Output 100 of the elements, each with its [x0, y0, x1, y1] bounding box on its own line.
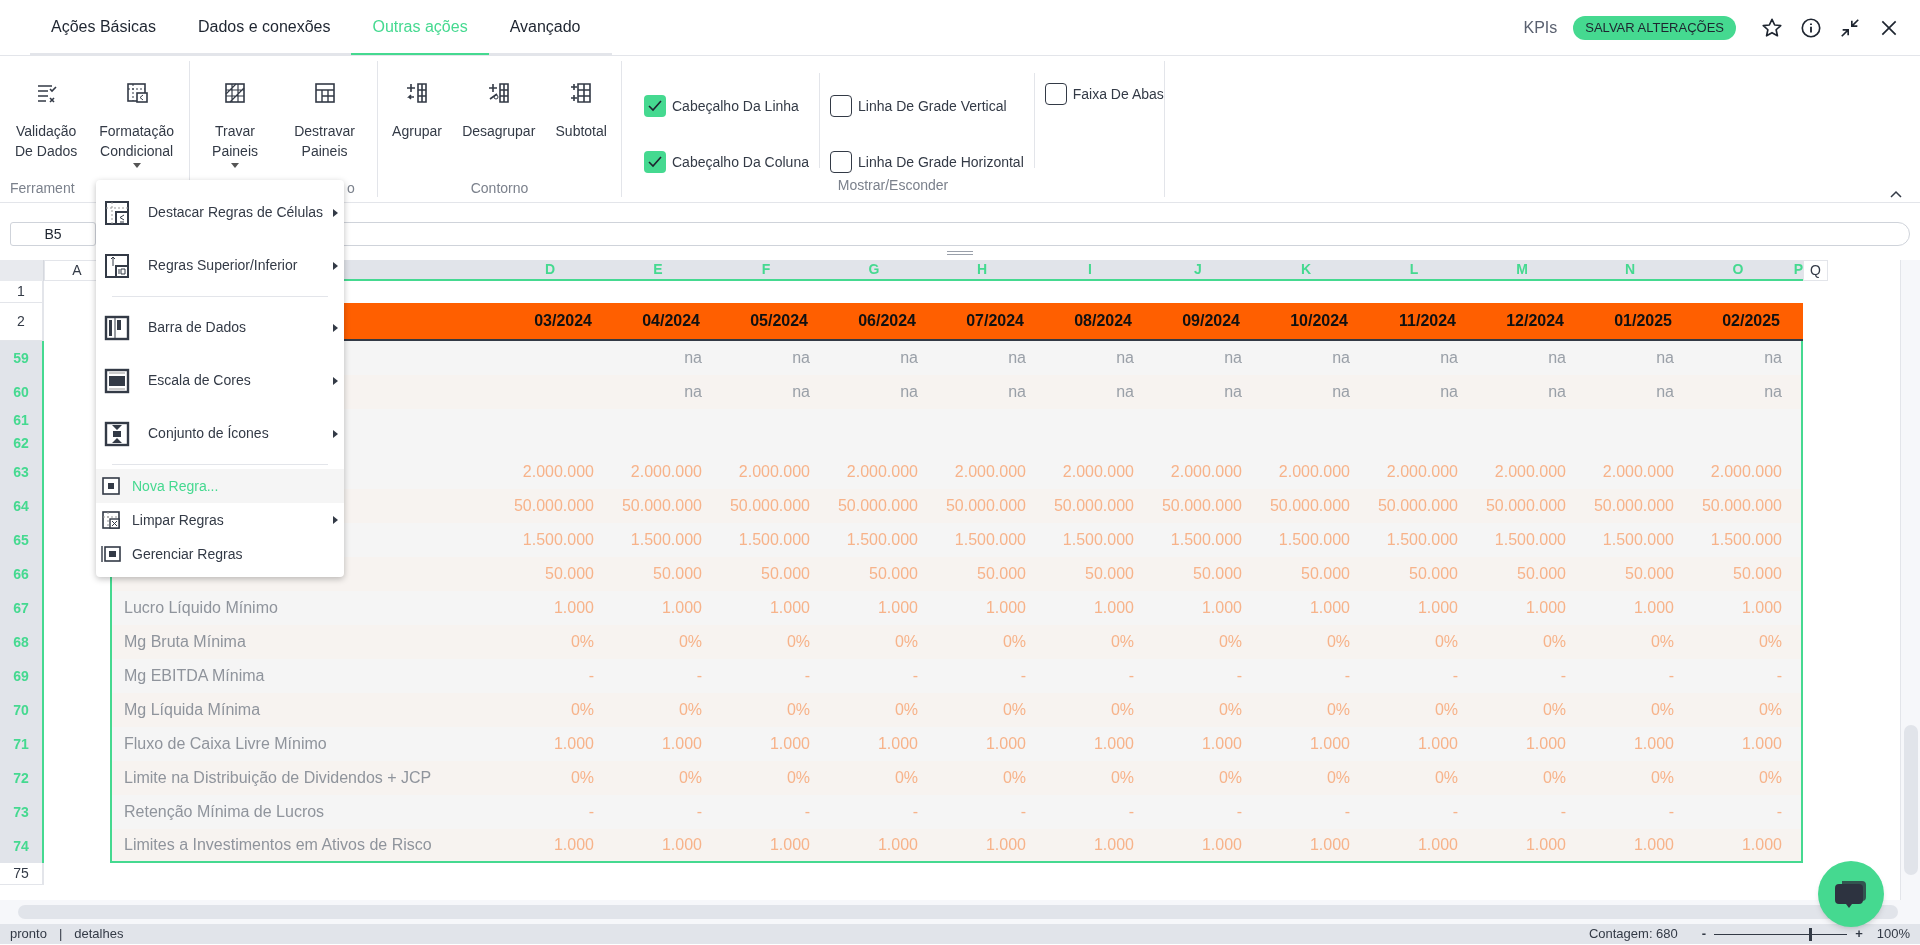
- row-header[interactable]: 70: [0, 693, 44, 727]
- zoom-thumb[interactable]: [1809, 927, 1813, 941]
- column-header[interactable]: L: [1360, 260, 1468, 281]
- table-cell-text: 0%: [1434, 768, 1458, 788]
- table-cell-text: 1.000: [1633, 598, 1674, 618]
- table-cell-text: 50.000.000: [1269, 496, 1350, 516]
- zoom-in-button[interactable]: +: [1855, 924, 1863, 944]
- corner-cell[interactable]: [0, 260, 44, 281]
- save-button[interactable]: SALVAR ALTERAÇÕES: [1573, 15, 1736, 40]
- column-header[interactable]: Q: [1803, 260, 1828, 281]
- row-header[interactable]: 65: [0, 523, 44, 557]
- table-cell-text: na: [1440, 382, 1458, 402]
- table-cell-text: 50.000.000: [729, 496, 810, 516]
- column-header[interactable]: I: [1036, 260, 1144, 281]
- row-header[interactable]: 74: [0, 829, 44, 863]
- resize-handle[interactable]: [947, 251, 973, 255]
- menu-item[interactable]: Limpar Regras: [96, 503, 344, 537]
- row-header[interactable]: 71: [0, 727, 44, 761]
- menu-item[interactable]: Escala de Cores: [96, 354, 344, 407]
- row-header[interactable]: 73: [0, 795, 44, 829]
- table-cell-text: -: [1668, 802, 1674, 822]
- menu-item[interactable]: Conjunto de Ícones: [96, 407, 344, 460]
- table-cell-text: na: [1116, 348, 1134, 368]
- row-header[interactable]: 67: [0, 591, 44, 625]
- table-cell-text: 1.000: [1201, 598, 1242, 618]
- ribbon-button[interactable]: Desagrupar: [456, 61, 542, 178]
- tab[interactable]: Dados e conexões: [176, 0, 352, 55]
- row-header[interactable]: 61: [0, 409, 44, 432]
- table-cell-text: -: [1020, 666, 1026, 686]
- menu-item[interactable]: Destacar Regras de Células: [96, 186, 344, 239]
- row-header[interactable]: 72: [0, 761, 44, 795]
- row-header[interactable]: 1: [0, 281, 44, 303]
- row-header[interactable]: 66: [0, 557, 44, 591]
- table-cell-text: 0%: [786, 700, 810, 720]
- row-header[interactable]: 63: [0, 455, 44, 489]
- column-header[interactable]: D: [496, 260, 604, 281]
- checkbox[interactable]: [830, 151, 852, 173]
- ribbon-button[interactable]: Destravar Paineis: [288, 61, 361, 178]
- status-text: pronto: [10, 925, 47, 944]
- menu-item[interactable]: Barra de Dados: [96, 301, 344, 354]
- row-header[interactable]: 64: [0, 489, 44, 523]
- column-header[interactable]: G: [820, 260, 928, 281]
- star-icon[interactable]: [1760, 16, 1783, 39]
- details-link[interactable]: detalhes: [74, 924, 124, 944]
- checkbox[interactable]: [644, 151, 666, 173]
- table-cell-text: 50.000.000: [1053, 496, 1134, 516]
- table-cell-text: -: [1236, 802, 1242, 822]
- column-header[interactable]: O: [1684, 260, 1792, 281]
- menu-item[interactable]: Nova Regra...: [96, 469, 344, 503]
- table-cell-text: 2.000.000: [1062, 462, 1134, 482]
- table-cell-text: 1.500.000: [1170, 530, 1242, 550]
- table-cell-text: 50.000: [1409, 564, 1458, 584]
- table-cell-text: 1.000: [1309, 598, 1350, 618]
- zoom-out-button[interactable]: -: [1701, 924, 1707, 944]
- table-cell-text: 1.000: [1309, 835, 1350, 855]
- zoom-slider[interactable]: [1714, 927, 1848, 941]
- horizontal-scrollbar[interactable]: [18, 905, 1898, 919]
- row-header[interactable]: 69: [0, 659, 44, 693]
- table-cell-text: -: [1236, 666, 1242, 686]
- ribbon-button[interactable]: Travar Paineis: [206, 61, 264, 178]
- menu-item[interactable]: Gerenciar Regras: [96, 537, 344, 571]
- table-cell-text: 50.000: [1193, 564, 1242, 584]
- table-cell-text: 1.000: [985, 835, 1026, 855]
- ribbon-button[interactable]: Subtotal: [549, 61, 613, 178]
- row-header[interactable]: 2: [0, 303, 44, 341]
- table-cell-text: na: [1116, 382, 1134, 402]
- row-header[interactable]: 75: [0, 863, 44, 885]
- column-header[interactable]: M: [1468, 260, 1576, 281]
- tab[interactable]: Outras ações: [351, 0, 489, 55]
- column-header[interactable]: F: [712, 260, 820, 281]
- column-header[interactable]: E: [604, 260, 712, 281]
- row-header[interactable]: 68: [0, 625, 44, 659]
- tab[interactable]: Avançado: [488, 0, 602, 55]
- column-header[interactable]: J: [1144, 260, 1252, 281]
- row-header[interactable]: 62: [0, 432, 44, 455]
- table-cell-text: 1.000: [1417, 598, 1458, 618]
- checkbox[interactable]: [1044, 83, 1067, 105]
- chevron-up-icon[interactable]: [1890, 190, 1902, 198]
- ribbon-button[interactable]: Formatação Condicional: [93, 61, 180, 178]
- table-cell-text: 1.000: [1201, 835, 1242, 855]
- row-header[interactable]: 59: [0, 341, 44, 375]
- column-header[interactable]: K: [1252, 260, 1360, 281]
- chat-icon: [1834, 878, 1868, 910]
- column-header[interactable]: H: [928, 260, 1036, 281]
- row-header[interactable]: 60: [0, 375, 44, 409]
- table-cell-text: na: [1764, 382, 1782, 402]
- column-header[interactable]: N: [1576, 260, 1684, 281]
- checkbox[interactable]: [830, 95, 852, 117]
- table-cell-text: 1.500.000: [846, 530, 918, 550]
- ribbon-button[interactable]: Validação De Dados: [9, 61, 84, 178]
- info-icon[interactable]: [1799, 16, 1822, 39]
- table-cell-text: -: [588, 802, 594, 822]
- tab[interactable]: Ações Básicas: [30, 0, 177, 55]
- ribbon-button[interactable]: Agrupar: [386, 61, 448, 178]
- kpis-label: KPIs: [1523, 17, 1558, 38]
- checkbox[interactable]: [644, 95, 666, 117]
- chat-button[interactable]: [1818, 861, 1884, 927]
- collapse-icon[interactable]: [1838, 16, 1861, 39]
- table-cell-text: -: [912, 666, 918, 686]
- table-cell-text: na: [1440, 348, 1458, 368]
